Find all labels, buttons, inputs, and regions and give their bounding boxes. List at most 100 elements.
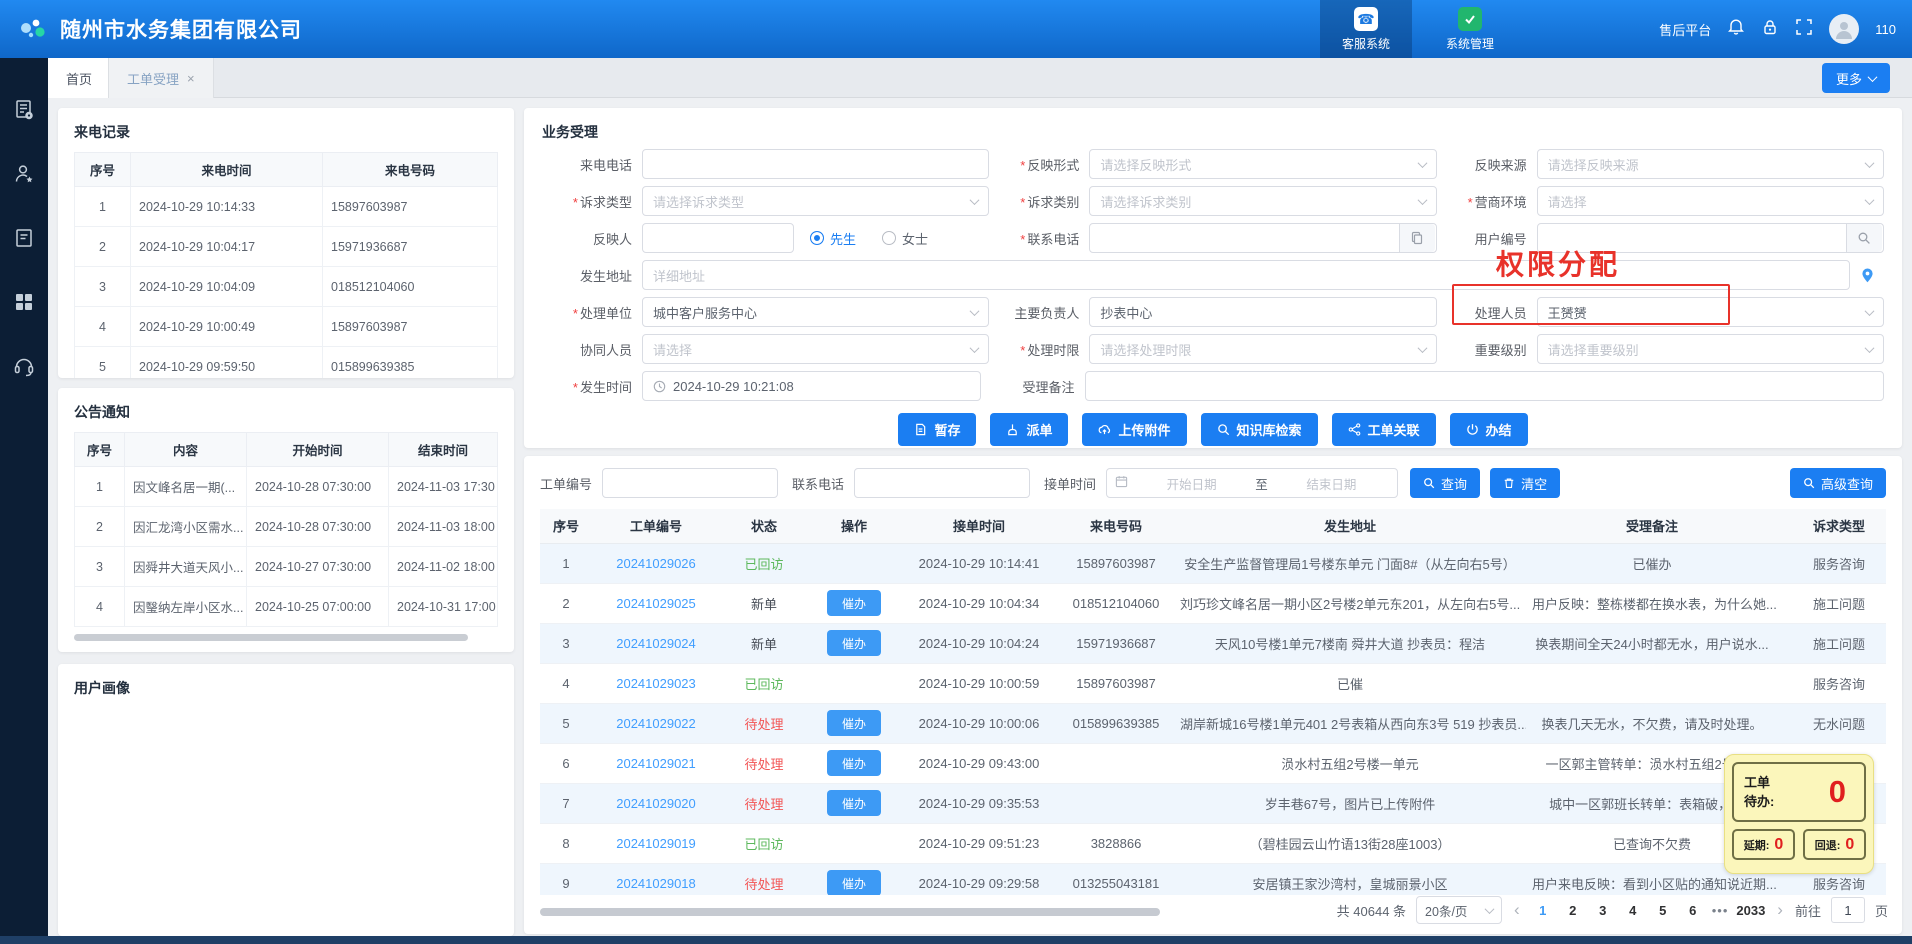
tab-work-order[interactable]: 工单受理 ×: [108, 58, 214, 98]
notice-row[interactable]: 1因文峰名居一期(...2024-10-28 07:30:002024-11-0…: [75, 467, 498, 507]
prev-page-icon[interactable]: ‹: [1512, 900, 1522, 920]
orders-hscrollbar[interactable]: [540, 908, 1160, 916]
order-row[interactable]: 320241029024新单催办2024-10-29 10:04:2415971…: [540, 623, 1886, 663]
order-row[interactable]: 220241029025新单催办2024-10-29 10:04:3401851…: [540, 583, 1886, 623]
remark-input[interactable]: [1085, 371, 1884, 401]
goto-suffix: 页: [1875, 901, 1888, 920]
urge-button[interactable]: 催办: [827, 750, 881, 776]
headset-icon[interactable]: [12, 354, 36, 378]
occur-time-input[interactable]: 2024-10-29 10:21:08: [642, 371, 981, 401]
page-number[interactable]: 2: [1562, 903, 1584, 918]
order-id-link[interactable]: 20241029023: [616, 676, 696, 691]
call-record-row[interactable]: 52024-10-29 09:59:50015899639385: [75, 347, 498, 379]
form-button-link[interactable]: 工单关联: [1332, 413, 1436, 446]
filter-phone-input[interactable]: [854, 468, 1030, 498]
gender-radio-female[interactable]: 女士: [882, 229, 928, 248]
more-button[interactable]: 更多: [1822, 63, 1890, 93]
copy-icon[interactable]: [1399, 224, 1435, 252]
tab-home[interactable]: 首页: [48, 58, 110, 98]
aftersales-platform-link[interactable]: 售后平台: [1659, 20, 1711, 39]
search-button[interactable]: 查询: [1410, 468, 1480, 498]
reporter-input[interactable]: [642, 223, 794, 253]
importance-select[interactable]: 请选择重要级别: [1537, 334, 1884, 364]
reflect-form-select[interactable]: 请选择反映形式: [1089, 149, 1436, 179]
next-page-icon[interactable]: ›: [1775, 900, 1785, 920]
pagination-ellipsis[interactable]: •••: [1712, 903, 1729, 918]
call-record-row[interactable]: 42024-10-29 10:00:4915897603987: [75, 307, 498, 347]
lock-icon[interactable]: [1761, 18, 1779, 41]
form-button-doc[interactable]: 暂存: [898, 413, 976, 446]
order-row[interactable]: 520241029022待处理催办2024-10-29 10:00:060158…: [540, 703, 1886, 743]
order-id-link[interactable]: 20241029019: [616, 836, 696, 851]
call-record-row[interactable]: 12024-10-29 10:14:3315897603987: [75, 187, 498, 227]
notice-row[interactable]: 3因舜井大道天风小...2024-10-27 07:30:002024-11-0…: [75, 547, 498, 587]
order-id-link[interactable]: 20241029022: [616, 716, 696, 731]
business-env-select[interactable]: 请选择: [1537, 186, 1884, 216]
order-row[interactable]: 620241029021待处理催办2024-10-29 09:43:00涢水村五…: [540, 743, 1886, 783]
main-manager-input[interactable]: 抄表中心: [1089, 297, 1436, 327]
notices-hscrollbar[interactable]: [74, 634, 468, 641]
order-row[interactable]: 720241029020待处理催办2024-10-29 09:35:53岁丰巷6…: [540, 783, 1886, 823]
clear-button[interactable]: 清空: [1490, 468, 1560, 498]
page-size-select[interactable]: 20条/页: [1416, 896, 1502, 924]
form-button-upload[interactable]: 上传附件: [1082, 413, 1186, 446]
call-phone-input[interactable]: [642, 149, 989, 179]
order-action: 催办: [808, 863, 900, 895]
page-number[interactable]: 5: [1652, 903, 1674, 918]
report-doc-icon[interactable]: [12, 226, 36, 250]
notice-row[interactable]: 2因汇龙湾小区需水...2024-10-28 07:30:002024-11-0…: [75, 507, 498, 547]
handler-select[interactable]: 王赟赟: [1537, 297, 1884, 327]
address-input[interactable]: 详细地址: [642, 260, 1850, 290]
gender-radio-male[interactable]: 先生: [810, 229, 856, 248]
customer-user-icon[interactable]: [12, 162, 36, 186]
order-row[interactable]: 420241029023已回访2024-10-29 10:00:59158976…: [540, 663, 1886, 703]
filter-date-range[interactable]: 开始日期 至 结束日期: [1106, 468, 1398, 498]
page-number[interactable]: 3: [1592, 903, 1614, 918]
page-number[interactable]: 1: [1532, 903, 1554, 918]
last-page-number[interactable]: 2033: [1736, 903, 1765, 918]
filter-order-no-input[interactable]: [602, 468, 778, 498]
user-avatar[interactable]: [1829, 14, 1859, 44]
work-order-doc-icon[interactable]: [12, 98, 36, 122]
urge-button[interactable]: 催办: [827, 710, 881, 736]
order-id-link[interactable]: 20241029018: [616, 876, 696, 891]
handle-unit-select[interactable]: 城中客户服务中心: [642, 297, 989, 327]
appeal-category-select[interactable]: 请选择诉求类别: [1089, 186, 1436, 216]
page-number[interactable]: 4: [1622, 903, 1644, 918]
advanced-search-button[interactable]: 高级查询: [1790, 468, 1886, 498]
urge-button[interactable]: 催办: [827, 870, 881, 895]
call-record-row[interactable]: 32024-10-29 10:04:09018512104060: [75, 267, 498, 307]
order-id-link[interactable]: 20241029024: [616, 636, 696, 651]
order-row[interactable]: 120241029026已回访2024-10-29 10:14:41158976…: [540, 543, 1886, 583]
handle-limit-select[interactable]: 请选择处理时限: [1089, 334, 1436, 364]
fullscreen-icon[interactable]: [1795, 18, 1813, 41]
nav-customer-service[interactable]: ☎ 客服系统: [1320, 0, 1412, 58]
urge-button[interactable]: 催办: [827, 590, 881, 616]
order-id-link[interactable]: 20241029025: [616, 596, 696, 611]
call-record-row[interactable]: 22024-10-29 10:04:1715971936687: [75, 227, 498, 267]
reflect-source-select[interactable]: 请选择反映来源: [1537, 149, 1884, 179]
notice-row[interactable]: 4因瑿纳左岸小区水...2024-10-25 07:00:002024-10-3…: [75, 587, 498, 627]
contact-phone-input[interactable]: [1089, 223, 1436, 253]
search-icon[interactable]: [1846, 224, 1882, 252]
urge-button[interactable]: 催办: [827, 630, 881, 656]
nav-system-management[interactable]: 系统管理: [1424, 0, 1516, 58]
apps-grid-icon[interactable]: [12, 290, 36, 314]
order-id-link[interactable]: 20241029020: [616, 796, 696, 811]
close-icon[interactable]: ×: [187, 71, 195, 86]
company-logo: 随州市水务集团有限公司: [0, 14, 302, 44]
co-worker-select[interactable]: 请选择: [642, 334, 989, 364]
order-row[interactable]: 920241029018待处理催办2024-10-29 09:29:580132…: [540, 863, 1886, 895]
appeal-type-select[interactable]: 请选择诉求类型: [642, 186, 989, 216]
bell-icon[interactable]: [1727, 18, 1745, 41]
page-number[interactable]: 6: [1682, 903, 1704, 918]
form-button-search[interactable]: 知识库检索: [1201, 413, 1318, 446]
form-button-hand[interactable]: 派单: [990, 413, 1068, 446]
order-id-link[interactable]: 20241029026: [616, 556, 696, 571]
form-button-done[interactable]: 办结: [1450, 413, 1528, 446]
goto-page-input[interactable]: [1831, 897, 1865, 923]
location-pin-icon[interactable]: [1850, 267, 1884, 284]
order-id-link[interactable]: 20241029021: [616, 756, 696, 771]
order-row[interactable]: 820241029019已回访2024-10-29 09:51:23382886…: [540, 823, 1886, 863]
urge-button[interactable]: 催办: [827, 790, 881, 816]
